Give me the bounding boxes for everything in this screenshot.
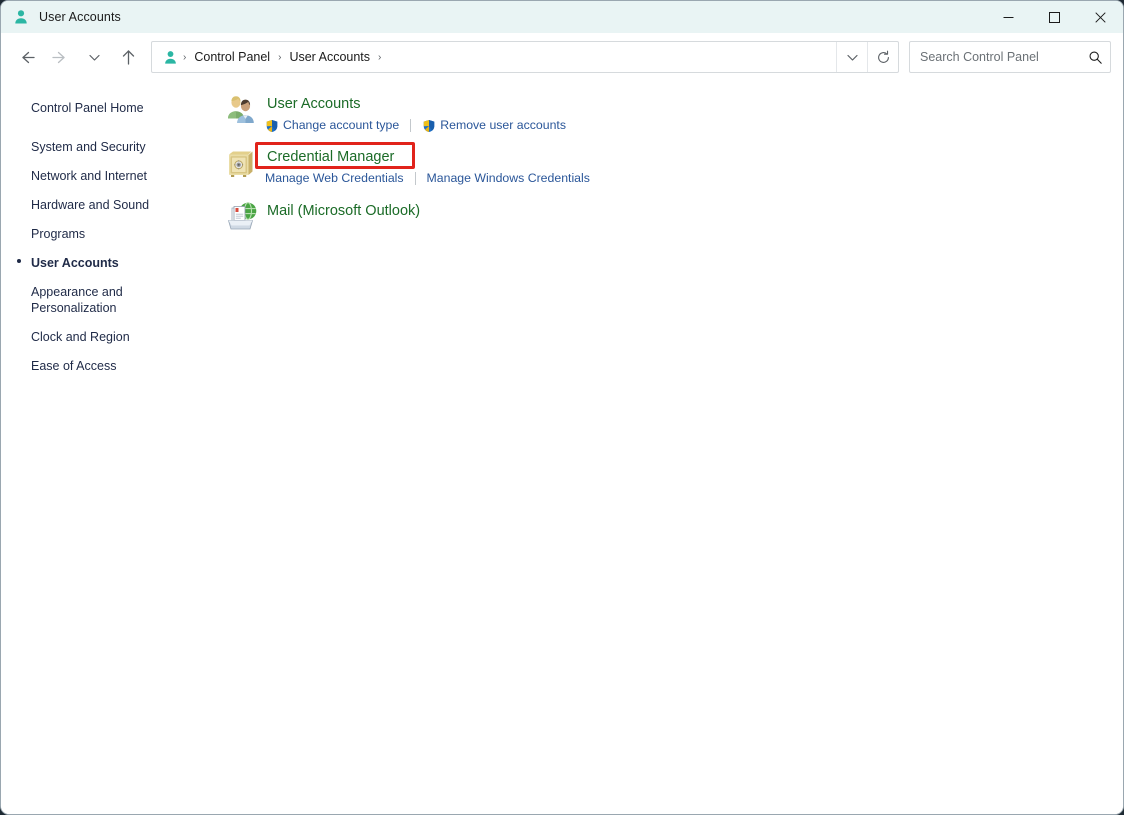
breadcrumb-separator-1: › [278, 51, 282, 63]
category-mail: Mail (Microsoft Outlook) [217, 199, 1123, 234]
user-account-icon [12, 8, 30, 26]
sidebar-item-system-and-security[interactable]: System and Security [1, 136, 201, 158]
search-input[interactable] [910, 50, 1080, 64]
category-links-user-accounts: Change account type Remove user accounts [265, 117, 566, 134]
sidebar-item-clock-and-region[interactable]: Clock and Region [1, 326, 201, 348]
search-icon[interactable] [1080, 42, 1110, 72]
sidebar-item-user-accounts[interactable]: User Accounts [1, 252, 201, 274]
link-remove-user-accounts[interactable]: Remove user accounts [422, 117, 566, 134]
category-credential-manager: Credential Manager Manage Web Credential… [217, 142, 1123, 187]
navigation-bar: › Control Panel › User Accounts › [1, 33, 1123, 81]
recent-locations-button[interactable] [77, 40, 111, 74]
control-panel-window: User Accounts › Control Panel › User Acc… [0, 0, 1124, 815]
close-button[interactable] [1077, 1, 1123, 33]
chevron-down-icon[interactable] [837, 42, 867, 72]
vault-icon [217, 146, 265, 181]
category-title-mail[interactable]: Mail (Microsoft Outlook) [265, 199, 422, 223]
sidebar-item-control-panel-home[interactable]: Control Panel Home [1, 97, 201, 119]
sidebar-item-programs[interactable]: Programs [1, 223, 201, 245]
breadcrumb: › Control Panel › User Accounts › [181, 47, 836, 67]
link-manage-web-credentials[interactable]: Manage Web Credentials [265, 170, 404, 187]
refresh-icon[interactable] [868, 42, 898, 72]
category-list: User Accounts Change account type Remove… [211, 81, 1123, 814]
link-label-change-account-type: Change account type [283, 118, 400, 132]
users-icon [217, 93, 265, 128]
sidebar-item-ease-of-access[interactable]: Ease of Access [1, 355, 201, 377]
category-body-mail: Mail (Microsoft Outlook) [265, 199, 422, 223]
category-title-user-accounts[interactable]: User Accounts [265, 93, 363, 116]
sidebar-item-hardware-and-sound[interactable]: Hardware and Sound [1, 194, 201, 216]
forward-button[interactable] [43, 40, 77, 74]
category-user-accounts: User Accounts Change account type Remove… [217, 93, 1123, 134]
uac-shield-icon [422, 119, 436, 133]
uac-shield-icon [265, 119, 279, 133]
breadcrumb-item-user-accounts[interactable]: User Accounts [283, 47, 376, 67]
link-label-manage-web-credentials: Manage Web Credentials [265, 171, 404, 185]
mail-icon [217, 199, 265, 234]
link-separator [410, 119, 412, 132]
content-area: Control Panel Home System and Security N… [1, 81, 1123, 814]
category-body-user-accounts: User Accounts Change account type Remove… [265, 93, 566, 134]
link-separator [414, 172, 416, 185]
link-change-account-type[interactable]: Change account type [265, 117, 399, 134]
minimize-button[interactable] [985, 1, 1031, 33]
title-bar: User Accounts [1, 1, 1123, 33]
sidebar: Control Panel Home System and Security N… [1, 81, 211, 814]
address-bar-actions [836, 42, 898, 72]
sidebar-item-network-and-internet[interactable]: Network and Internet [1, 165, 201, 187]
breadcrumb-user-account-icon [162, 49, 179, 66]
breadcrumb-separator-0: › [183, 51, 187, 63]
back-button[interactable] [9, 40, 43, 74]
window-controls [985, 1, 1123, 33]
up-button[interactable] [111, 40, 145, 74]
link-manage-windows-credentials[interactable]: Manage Windows Credentials [427, 170, 590, 187]
link-label-manage-windows-credentials: Manage Windows Credentials [426, 171, 590, 185]
link-label-remove-user-accounts: Remove user accounts [440, 118, 566, 132]
address-bar[interactable]: › Control Panel › User Accounts › [151, 41, 899, 73]
sidebar-item-appearance-and-personalization[interactable]: Appearance and Personalization [1, 281, 201, 319]
category-body-credential-manager: Credential Manager Manage Web Credential… [265, 146, 590, 187]
window-title: User Accounts [39, 10, 121, 24]
breadcrumb-separator-2: › [378, 51, 382, 63]
category-links-credential-manager: Manage Web Credentials Manage Windows Cr… [265, 170, 590, 187]
maximize-button[interactable] [1031, 1, 1077, 33]
breadcrumb-item-control-panel[interactable]: Control Panel [188, 47, 276, 67]
category-title-credential-manager[interactable]: Credential Manager [265, 146, 396, 169]
search-box[interactable] [909, 41, 1111, 73]
